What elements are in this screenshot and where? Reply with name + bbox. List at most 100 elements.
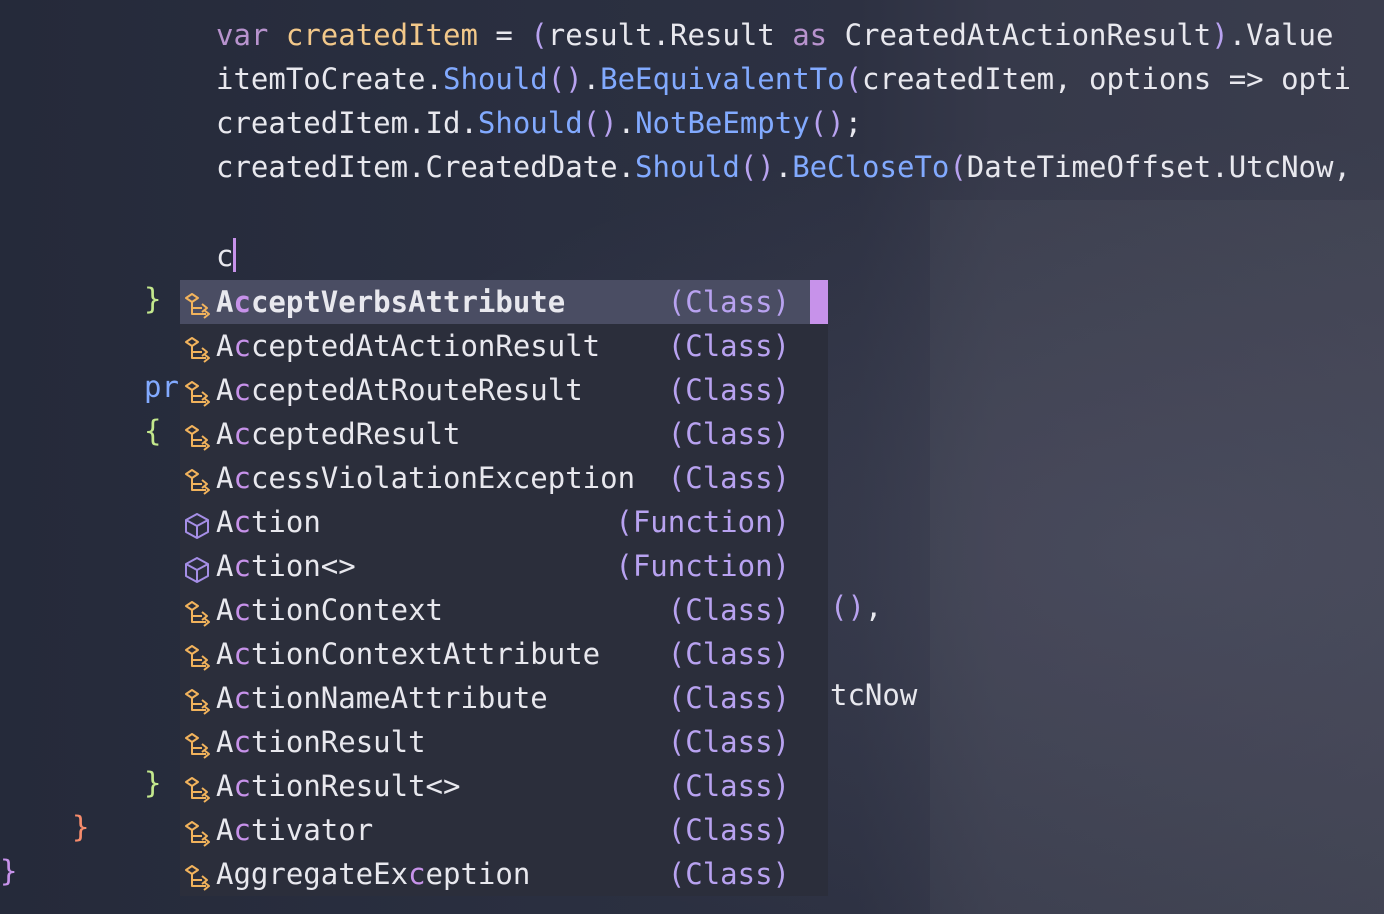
object-ref: createdItem.CreatedDate. <box>216 150 636 184</box>
completion-item-kind: (Function) <box>615 549 790 583</box>
completion-item-label: AcceptedAtActionResult <box>216 324 600 368</box>
label-match: c <box>233 593 251 627</box>
label-prefix: A <box>216 725 234 759</box>
completion-item-kind: (Class) <box>667 769 790 803</box>
completion-item[interactable]: AcceptedAtActionResult (Class) <box>180 324 828 368</box>
label-prefix: A <box>216 769 234 803</box>
keyword-var: var <box>216 18 269 52</box>
code-peek-utcnow: tcNow <box>830 678 918 712</box>
class-icon <box>182 816 212 847</box>
class-icon <box>182 640 212 671</box>
completion-item[interactable]: Action (Function) <box>180 500 828 544</box>
label-match: c <box>233 373 251 407</box>
keyword-fragment: pr <box>144 370 179 404</box>
completion-item[interactable]: ActionContext (Class) <box>180 588 828 632</box>
completion-item[interactable]: AcceptedAtRouteResult (Class) <box>180 368 828 412</box>
label-suffix: ceptedAtActionResult <box>250 329 601 363</box>
code-line-3[interactable]: createdItem.Id.Should().NotBeEmpty(); <box>216 101 862 145</box>
method-not-be-empty: NotBeEmpty <box>635 106 810 140</box>
label-suffix: tivator <box>250 813 374 847</box>
completion-item[interactable]: Activator (Class) <box>180 808 828 852</box>
label-prefix: AggregateEx <box>216 857 409 891</box>
completion-item-kind: (Class) <box>667 593 790 627</box>
completion-item-label: AcceptVerbsAttribute <box>216 280 565 324</box>
completion-item[interactable]: AcceptedResult (Class) <box>180 412 828 456</box>
label-match: c <box>233 681 251 715</box>
paren-open: ( <box>844 62 863 96</box>
call-parens: () <box>809 106 845 140</box>
editor-background-panel <box>930 200 1384 914</box>
label-prefix: A <box>216 637 234 671</box>
completion-item-kind: (Class) <box>667 857 790 891</box>
label-prefix: A <box>216 329 234 363</box>
code-peek-parens: (), <box>830 585 882 629</box>
completion-item-label: AccessViolationException <box>216 456 635 500</box>
completion-item[interactable]: ActionResult (Class) <box>180 720 828 764</box>
paren-close: ) <box>1211 18 1229 52</box>
code-line-4[interactable]: createdItem.CreatedDate.Should().BeClose… <box>216 145 1351 189</box>
label-suffix: ceptedAtRouteResult <box>250 373 583 407</box>
completion-item-label: AcceptedResult <box>216 412 460 456</box>
completion-item[interactable]: Action<> (Function) <box>180 544 828 588</box>
method-should: Should <box>635 150 740 184</box>
class-icon <box>182 464 212 495</box>
member-access: .Value <box>1228 18 1334 52</box>
completion-item-kind: (Class) <box>667 417 790 451</box>
arguments: createdItem, options => opti <box>862 62 1351 96</box>
completion-item-label: ActionNameAttribute <box>216 676 548 720</box>
completion-item[interactable]: ActionResult<> (Class) <box>180 764 828 808</box>
completion-item-kind: (Class) <box>667 373 790 407</box>
method-be-close-to: BeCloseTo <box>792 150 950 184</box>
completion-item-label: ActionContext <box>216 588 443 632</box>
completion-item[interactable]: ActionNameAttribute (Class) <box>180 676 828 720</box>
label-match: c <box>233 417 251 451</box>
label-suffix: tionResult<> <box>250 769 461 803</box>
completion-item[interactable]: AggregateException (Class) <box>180 852 828 896</box>
label-match: c <box>233 549 251 583</box>
assign-operator: = <box>477 18 531 52</box>
code-line-1[interactable]: var createdItem = (result.Result as Crea… <box>216 13 1333 57</box>
call-parens: () <box>739 150 775 184</box>
label-suffix: tionNameAttribute <box>250 681 548 715</box>
class-icon <box>182 728 212 759</box>
completion-item-label: Action<> <box>216 544 356 588</box>
label-suffix: tion <box>250 505 321 539</box>
completion-item[interactable]: AccessViolationException (Class) <box>180 456 828 500</box>
brace-close: } <box>144 766 162 800</box>
label-match: c <box>233 769 251 803</box>
label-prefix: A <box>216 461 234 495</box>
completion-item-label: Activator <box>216 808 373 852</box>
label-suffix: tionResult <box>250 725 426 759</box>
comma: , <box>864 590 883 624</box>
completion-item-kind: (Class) <box>667 461 790 495</box>
class-icon <box>182 596 212 627</box>
paren-open: ( <box>530 18 548 52</box>
completion-item-label: AcceptedAtRouteResult <box>216 368 583 412</box>
completion-item-label: Action <box>216 500 321 544</box>
completion-item[interactable]: AcceptVerbsAttribute (Class) <box>180 280 828 324</box>
code-line-2[interactable]: itemToCreate.Should().BeEquivalentTo(cre… <box>216 57 1351 101</box>
label-prefix: A <box>216 813 234 847</box>
method-should: Should <box>477 106 583 140</box>
dot: . <box>617 106 636 140</box>
label-suffix: eption <box>425 857 531 891</box>
dot: . <box>582 62 601 96</box>
completion-item-kind: (Class) <box>667 725 790 759</box>
completion-item[interactable]: ActionContextAttribute (Class) <box>180 632 828 676</box>
completion-item-kind: (Class) <box>667 329 790 363</box>
label-match: c <box>233 505 251 539</box>
label-suffix: cessViolationException <box>250 461 636 495</box>
label-suffix: tionContext <box>250 593 443 627</box>
method-be-equivalent-to: BeEquivalentTo <box>600 62 845 96</box>
label-prefix: A <box>216 593 234 627</box>
label-prefix: A <box>216 417 234 451</box>
code-line-typing[interactable]: c <box>216 234 237 278</box>
type-name: CreatedAtActionResult <box>827 18 1212 52</box>
completion-item-label: ActionResult <box>216 720 426 764</box>
label-match: c <box>233 813 251 847</box>
label-match: c <box>233 725 251 759</box>
label-match: c <box>408 857 426 891</box>
text-cursor <box>233 238 237 272</box>
completion-popup[interactable]: AcceptVerbsAttribute (Class) AcceptedAtAct… <box>180 280 828 896</box>
arguments: DateTimeOffset.UtcNow, <box>966 150 1351 184</box>
